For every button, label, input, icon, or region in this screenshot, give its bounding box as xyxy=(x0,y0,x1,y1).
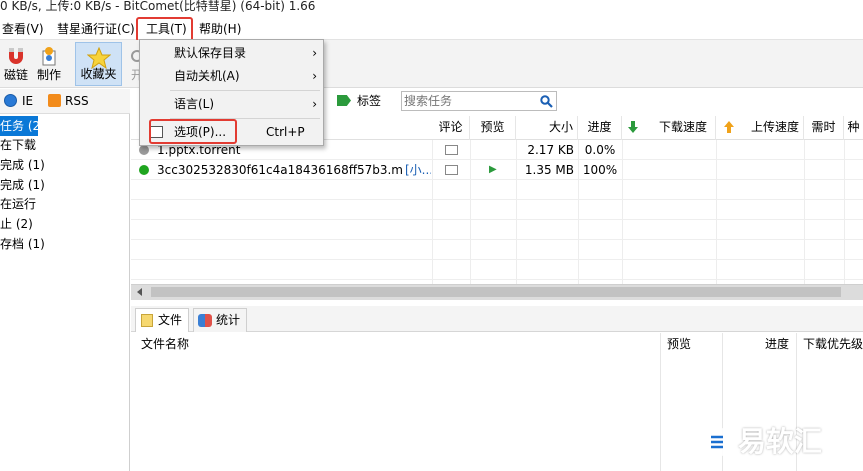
tree-item-completed-2[interactable]: 完成 (1) xyxy=(0,175,130,195)
menu-item-auto-shutdown-label: 自动关机(A) xyxy=(174,69,240,83)
menu-item-language-label: 语言(L) xyxy=(174,97,215,111)
col-file-priority[interactable]: 下载优先级 xyxy=(803,333,863,353)
col-preview[interactable]: 预览 xyxy=(470,116,516,140)
window-title: 0 KB/s, 上传:0 KB/s - BitComet(比特彗星) (64-b… xyxy=(0,0,863,18)
grid-line xyxy=(660,333,661,471)
task-progress: 0.0% xyxy=(584,143,616,157)
comment-icon[interactable] xyxy=(445,165,458,175)
ie-tab[interactable]: IE xyxy=(22,94,33,108)
col-size[interactable]: 大小 xyxy=(516,116,578,140)
magnet-icon xyxy=(9,48,23,64)
left-tabs: IE RSS xyxy=(0,89,130,114)
ie-icon xyxy=(4,94,17,107)
col-file-name[interactable]: 文件名称 xyxy=(141,333,189,353)
tag-label[interactable]: 标签 xyxy=(357,94,381,108)
empty-row xyxy=(131,200,863,220)
rss-icon xyxy=(48,94,61,107)
scrollbar-thumb[interactable] xyxy=(151,287,841,297)
files-icon xyxy=(141,314,153,327)
make-torrent-icon xyxy=(42,47,56,66)
menu-bar: 查看(V) 彗星通行证(C) 工具(T) 帮助(H) xyxy=(0,19,863,40)
empty-row xyxy=(131,220,863,240)
col-comment[interactable]: 评论 xyxy=(432,116,470,140)
make-torrent-button-label: 制作 xyxy=(36,68,61,82)
play-preview-icon[interactable]: ▶ xyxy=(489,160,501,180)
task-status-icon xyxy=(139,165,149,175)
col-upload-speed-label: 上传速度 xyxy=(750,120,799,134)
col-download-speed[interactable]: 下载速度 xyxy=(622,116,716,140)
tab-stats[interactable]: 统计 xyxy=(193,308,248,332)
tree-item-running[interactable]: 在运行 xyxy=(0,194,130,214)
menu-item-default-save-dir[interactable]: 默认保存目录 › xyxy=(140,42,325,64)
task-size: 1.35 MB xyxy=(524,163,574,177)
favorites-button-label: 收藏夹 xyxy=(80,67,117,81)
task-progress: 100% xyxy=(582,163,618,177)
magnet-button-label: 磁链 xyxy=(3,68,28,82)
tab-files[interactable]: 文件 xyxy=(135,308,190,332)
stats-icon xyxy=(198,314,212,327)
comment-icon[interactable] xyxy=(445,145,458,155)
submenu-arrow-icon: › xyxy=(312,46,317,60)
tree-item-stopped[interactable]: 止 (2) xyxy=(0,214,130,234)
tree-item-downloading[interactable]: 在下载 xyxy=(0,135,130,155)
col-file-preview[interactable]: 预览 xyxy=(667,333,691,353)
magnet-button[interactable]: 磁链 xyxy=(1,42,31,86)
empty-row xyxy=(131,260,863,280)
task-size: 2.17 KB xyxy=(527,143,574,157)
task-row[interactable]: 3cc302532830f61c4a18436168ff57b3.mp4 [小.… xyxy=(131,160,863,180)
search-input-box[interactable] xyxy=(401,91,557,111)
search-icon[interactable] xyxy=(540,95,553,108)
tree-item-all-tasks[interactable]: 任务 (2) xyxy=(0,116,45,136)
col-seeds[interactable]: 种 xyxy=(844,116,863,140)
col-upload-speed[interactable]: 上传速度 xyxy=(716,116,804,140)
empty-row xyxy=(131,180,863,200)
watermark: 易软汇 xyxy=(700,420,860,466)
rss-tab[interactable]: RSS xyxy=(65,94,89,108)
menu-item-language[interactable]: 语言(L) › xyxy=(140,93,325,115)
upload-arrow-icon xyxy=(724,121,734,133)
watermark-text: 易软汇 xyxy=(738,425,823,458)
menu-view[interactable]: 查看(V) xyxy=(2,22,44,37)
tree-item-completed[interactable]: 完成 (1) xyxy=(0,155,130,175)
tab-files-label: 文件 xyxy=(158,313,183,327)
menu-passport[interactable]: 彗星通行证(C) xyxy=(57,22,135,37)
menu-separator xyxy=(170,90,320,91)
file-list-header: 文件名称 预览 进度 下载优先级 xyxy=(131,333,863,355)
horizontal-scrollbar[interactable] xyxy=(131,284,863,300)
tab-stats-label: 统计 xyxy=(216,313,241,327)
menu-item-options-shortcut: Ctrl+P xyxy=(266,125,305,139)
make-torrent-button[interactable]: 制作 xyxy=(34,42,64,86)
col-file-progress[interactable]: 进度 xyxy=(765,333,789,353)
left-pane: IE RSS 任务 (2) 在下载 完成 (1) 完成 (1) 在运行 止 (2… xyxy=(0,89,130,471)
submenu-arrow-icon: › xyxy=(312,97,317,111)
search-input[interactable] xyxy=(404,93,534,109)
task-name: 3cc302532830f61c4a18436168ff57b3.mp4 xyxy=(157,163,403,177)
menu-help[interactable]: 帮助(H) xyxy=(199,22,241,37)
task-status-icon xyxy=(139,145,149,155)
col-progress[interactable]: 进度 xyxy=(578,116,622,140)
options-highlight xyxy=(149,119,237,144)
submenu-arrow-icon: › xyxy=(312,69,317,83)
tree-item-archived[interactable]: 存档 (1) xyxy=(0,234,130,254)
menu-item-auto-shutdown[interactable]: 自动关机(A) › xyxy=(140,65,325,87)
bottom-tabs: 文件 统计 xyxy=(131,306,863,332)
task-tag[interactable]: [小... xyxy=(405,160,431,180)
col-time-needed[interactable]: 需时 xyxy=(804,116,844,140)
watermark-logo-icon xyxy=(703,425,731,459)
tag-icon xyxy=(337,95,351,106)
toolbar: 磁链 制作 收藏夹 开 xyxy=(0,40,863,88)
scroll-left-icon[interactable] xyxy=(137,288,142,296)
empty-row xyxy=(131,240,863,260)
menu-item-default-save-dir-label: 默认保存目录 xyxy=(174,46,247,60)
favorites-button[interactable]: 收藏夹 xyxy=(75,42,122,86)
download-arrow-icon xyxy=(628,121,638,133)
col-download-speed-label: 下载速度 xyxy=(658,120,707,134)
